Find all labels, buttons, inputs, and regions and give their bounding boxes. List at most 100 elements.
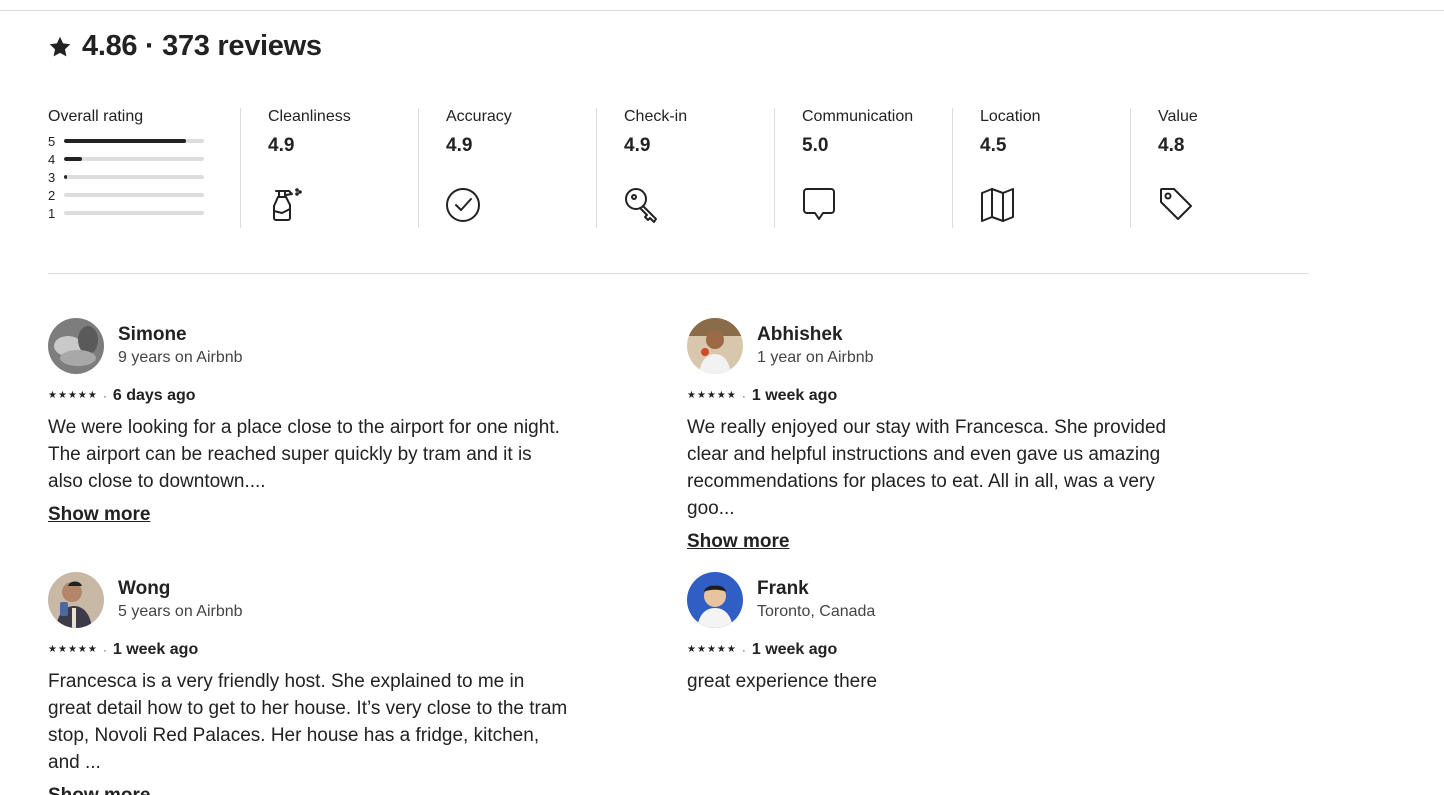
review-text: Francesca is a very friendly host. She e… bbox=[48, 671, 568, 773]
top-divider bbox=[0, 10, 1444, 11]
review-date: 1 week ago bbox=[751, 641, 838, 658]
show-more-link[interactable]: Show more bbox=[687, 531, 789, 553]
price-tag-icon bbox=[1160, 188, 1192, 220]
overall-rating-label: Overall rating bbox=[48, 108, 144, 125]
distribution-bar-track bbox=[64, 211, 204, 215]
distribution-row: 1 bbox=[48, 204, 240, 222]
overall-rating-breakdown: Overall rating 5 4 3 2 1 bbox=[48, 108, 240, 228]
distribution-bar-track bbox=[64, 139, 204, 143]
star-icon: ★ bbox=[696, 390, 706, 401]
star-icon: ★ bbox=[57, 390, 67, 401]
avatar[interactable] bbox=[687, 318, 743, 374]
category-label: Check-in bbox=[624, 108, 688, 125]
reviewer-name: Simone bbox=[118, 324, 187, 345]
category-score: 5.0 bbox=[802, 135, 829, 156]
distribution-star-label: 1 bbox=[48, 205, 56, 221]
distribution-star-label: 5 bbox=[48, 133, 56, 149]
avatar[interactable] bbox=[48, 318, 104, 374]
review-card: Wong 5 years on Airbnb ★ ★ ★ ★ ★ · 1 week ag… bbox=[48, 572, 687, 795]
distribution-bar-track bbox=[64, 157, 204, 161]
show-more-link[interactable]: Show more bbox=[48, 785, 150, 795]
chat-bubble-icon bbox=[803, 188, 835, 220]
category-value: Value 4.8 bbox=[1130, 108, 1308, 228]
distribution-bar-track bbox=[64, 175, 204, 179]
spray-bottle-icon bbox=[273, 188, 302, 221]
review-date: 1 week ago bbox=[751, 387, 838, 404]
star-icon: ★ bbox=[57, 644, 67, 655]
star-icon: ★ bbox=[87, 644, 97, 655]
reviewer-name: Frank bbox=[757, 578, 809, 599]
category-cleanliness: Cleanliness 4.9 bbox=[240, 108, 418, 228]
reviewer-name: Abhishek bbox=[757, 324, 843, 345]
star-icon: ★ bbox=[726, 390, 736, 401]
distribution-row: 4 bbox=[48, 150, 240, 168]
avatar[interactable] bbox=[48, 572, 104, 628]
star-icon: ★ bbox=[687, 390, 696, 401]
star-icon: ★ bbox=[716, 390, 726, 401]
distribution-star-label: 3 bbox=[48, 169, 56, 185]
category-accuracy: Accuracy 4.9 bbox=[418, 108, 596, 228]
reviews-grid: Simone 9 years on Airbnb ★ ★ ★ ★ ★ · 6 days … bbox=[48, 318, 1328, 795]
reviewer-meta: 9 years on Airbnb bbox=[118, 349, 243, 366]
check-circle-icon bbox=[446, 188, 480, 222]
category-score: 4.9 bbox=[624, 135, 651, 156]
star-icon: ★ bbox=[48, 390, 57, 401]
category-label: Accuracy bbox=[446, 108, 512, 125]
reviewer-meta: Toronto, Canada bbox=[757, 603, 876, 620]
show-more-link[interactable]: Show more bbox=[48, 504, 150, 526]
review-card: Frank Toronto, Canada ★ ★ ★ ★ ★ · 1 week ago… bbox=[687, 572, 1326, 795]
review-stars: ★ ★ ★ ★ ★ bbox=[687, 391, 736, 401]
star-icon: ★ bbox=[706, 644, 716, 655]
star-icon: ★ bbox=[726, 644, 736, 655]
reviewer-meta: 5 years on Airbnb bbox=[118, 603, 243, 620]
category-label: Value bbox=[1158, 108, 1198, 125]
key-icon bbox=[625, 188, 657, 223]
star-icon: ★ bbox=[67, 644, 77, 655]
section-divider bbox=[48, 273, 1309, 274]
rating-summary: 4.86 · 373 reviews bbox=[48, 30, 322, 63]
distribution-bar-fill bbox=[64, 157, 83, 161]
star-icon: ★ bbox=[87, 390, 97, 401]
category-label: Cleanliness bbox=[268, 108, 351, 125]
star-icon: ★ bbox=[696, 644, 706, 655]
review-date: 6 days ago bbox=[112, 387, 196, 404]
rating-distribution: 5 4 3 2 1 bbox=[48, 132, 240, 222]
review-stars: ★ ★ ★ ★ ★ bbox=[48, 645, 97, 655]
category-communication: Communication 5.0 bbox=[774, 108, 952, 228]
category-label: Communication bbox=[802, 108, 914, 125]
star-icon: ★ bbox=[67, 390, 77, 401]
distribution-row: 5 bbox=[48, 132, 240, 150]
category-location: Location 4.5 bbox=[952, 108, 1130, 228]
star-icon: ★ bbox=[48, 644, 57, 655]
star-icon: ★ bbox=[77, 644, 87, 655]
review-stars: ★ ★ ★ ★ ★ bbox=[48, 391, 97, 401]
review-text: great experience there bbox=[687, 671, 878, 692]
rating-categories: Overall rating 5 4 3 2 1 Cleanliness 4.9… bbox=[48, 108, 1308, 228]
distribution-star-label: 4 bbox=[48, 151, 56, 167]
reviewer-name: Wong bbox=[118, 578, 171, 599]
star-icon: ★ bbox=[687, 644, 696, 655]
review-date: 1 week ago bbox=[112, 641, 199, 658]
distribution-row: 2 bbox=[48, 186, 240, 204]
star-icon: ★ bbox=[77, 390, 87, 401]
star-icon bbox=[49, 36, 71, 56]
distribution-star-label: 2 bbox=[48, 187, 56, 203]
category-score: 4.8 bbox=[1158, 135, 1185, 156]
reviewer-meta: 1 year on Airbnb bbox=[757, 349, 874, 366]
review-count: 373 reviews bbox=[162, 30, 322, 62]
map-icon bbox=[981, 188, 1014, 222]
category-score: 4.9 bbox=[446, 135, 473, 156]
distribution-bar-fill bbox=[64, 139, 186, 143]
star-icon: ★ bbox=[716, 644, 726, 655]
review-card: Abhishek 1 year on Airbnb ★ ★ ★ ★ ★ · 1 week… bbox=[687, 318, 1326, 572]
distribution-bar-fill bbox=[64, 175, 67, 179]
distribution-row: 3 bbox=[48, 168, 240, 186]
category-check-in: Check-in 4.9 bbox=[596, 108, 774, 228]
review-text: We were looking for a place close to the… bbox=[48, 417, 560, 492]
distribution-bar-track bbox=[64, 193, 204, 197]
avatar[interactable] bbox=[687, 572, 743, 628]
review-card: Simone 9 years on Airbnb ★ ★ ★ ★ ★ · 6 days … bbox=[48, 318, 687, 572]
star-icon: ★ bbox=[706, 390, 716, 401]
summary-separator: · bbox=[145, 30, 155, 62]
category-label: Location bbox=[980, 108, 1041, 125]
